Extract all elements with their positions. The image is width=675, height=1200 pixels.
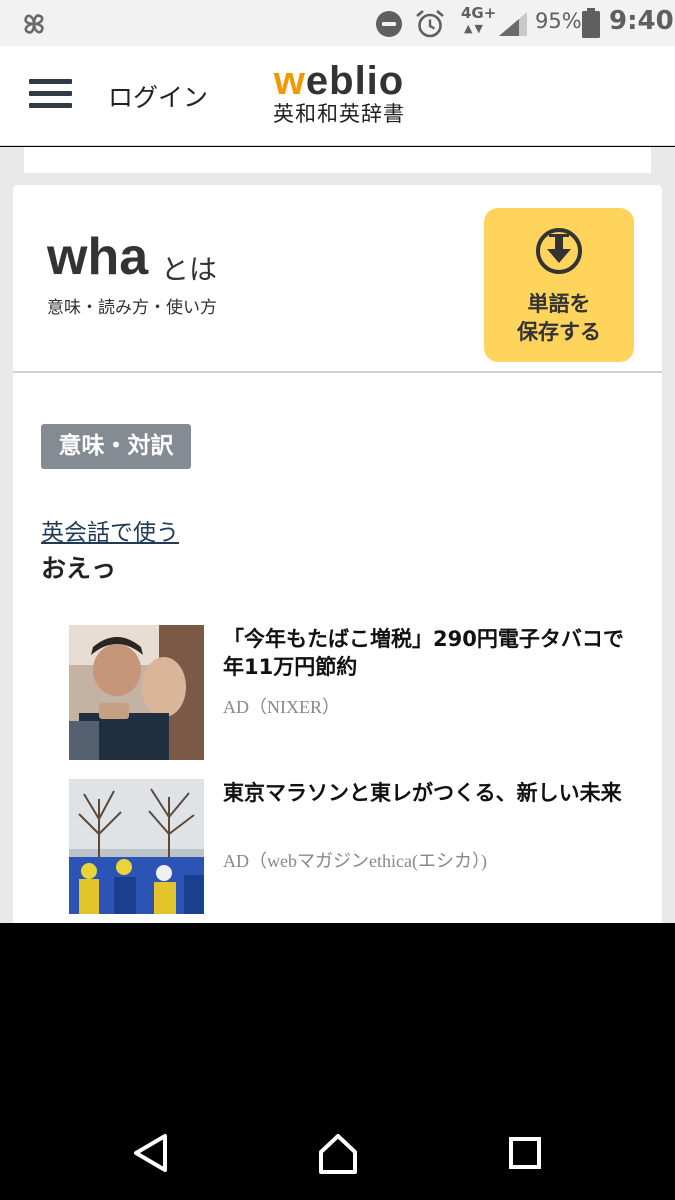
alarm-icon: [416, 10, 444, 38]
ad-item[interactable]: 「今年もたばこ増税」290円電子タバコで年11万円節約 AD（NIXER）: [69, 625, 649, 761]
ad-source: AD（NIXER）: [223, 697, 340, 717]
ad-title[interactable]: 東京マラソンと東レがつくる、新しい未来: [223, 779, 643, 807]
ad-thumbnail-image: [69, 625, 204, 760]
home-icon[interactable]: [313, 1128, 363, 1178]
login-link[interactable]: ログイン: [108, 78, 208, 114]
do-not-disturb-icon: [376, 11, 402, 37]
ad-item[interactable]: 東京マラソンと東レがつくる、新しい未来 AD（webマガジンethica(エシカ…: [69, 779, 649, 915]
app-header: ログイン weblio 英和和英辞書: [0, 46, 675, 146]
menu-bar-icon: [29, 91, 72, 96]
logo-subtitle: 英和和英辞書: [273, 102, 405, 126]
pinwheel-icon: [24, 14, 44, 34]
recent-apps-icon[interactable]: [500, 1128, 550, 1178]
ad-title[interactable]: 「今年もたばこ増税」290円電子タバコで年11万円節約: [223, 625, 643, 681]
conversation-link[interactable]: 英会話で使う: [41, 513, 179, 547]
previous-card: [24, 147, 651, 173]
save-word-button[interactable]: 単語を 保存する: [484, 208, 634, 362]
navigation-bar: [0, 923, 675, 1200]
menu-bar-icon: [29, 103, 72, 108]
conversation-text: おえっ: [41, 554, 117, 583]
word-title: wha: [47, 228, 149, 286]
word-toha: とは: [161, 253, 218, 286]
word-subtitle: 意味・読み方・使い方: [47, 298, 217, 318]
download-icon: [536, 228, 582, 274]
signal-icon: [499, 12, 527, 36]
clock: 9:40: [609, 6, 674, 36]
network-indicator: 4G+ ▲▼: [461, 4, 497, 35]
ad-source: AD（webマガジンethica(エシカ）): [223, 851, 487, 871]
battery-percent: 95%: [535, 9, 582, 33]
battery-icon: [582, 8, 600, 38]
back-icon[interactable]: [126, 1128, 176, 1178]
status-bar: 4G+ ▲▼ 95% 9:40: [0, 0, 675, 46]
menu-button[interactable]: [29, 79, 72, 109]
word-header: wha とは 意味・読み方・使い方 単語を 保存する: [13, 185, 662, 373]
save-word-label: 単語を 保存する: [517, 292, 601, 344]
meaning-badge: 意味・対訳: [41, 424, 191, 469]
weblio-logo[interactable]: weblio 英和和英辞書: [265, 60, 413, 126]
logo-word: weblio: [273, 59, 405, 103]
word-card: wha とは 意味・読み方・使い方 単語を 保存する 意味・対訳 英会話で使う …: [13, 185, 662, 923]
menu-bar-icon: [29, 79, 72, 84]
ad-thumbnail-image: [69, 779, 204, 914]
